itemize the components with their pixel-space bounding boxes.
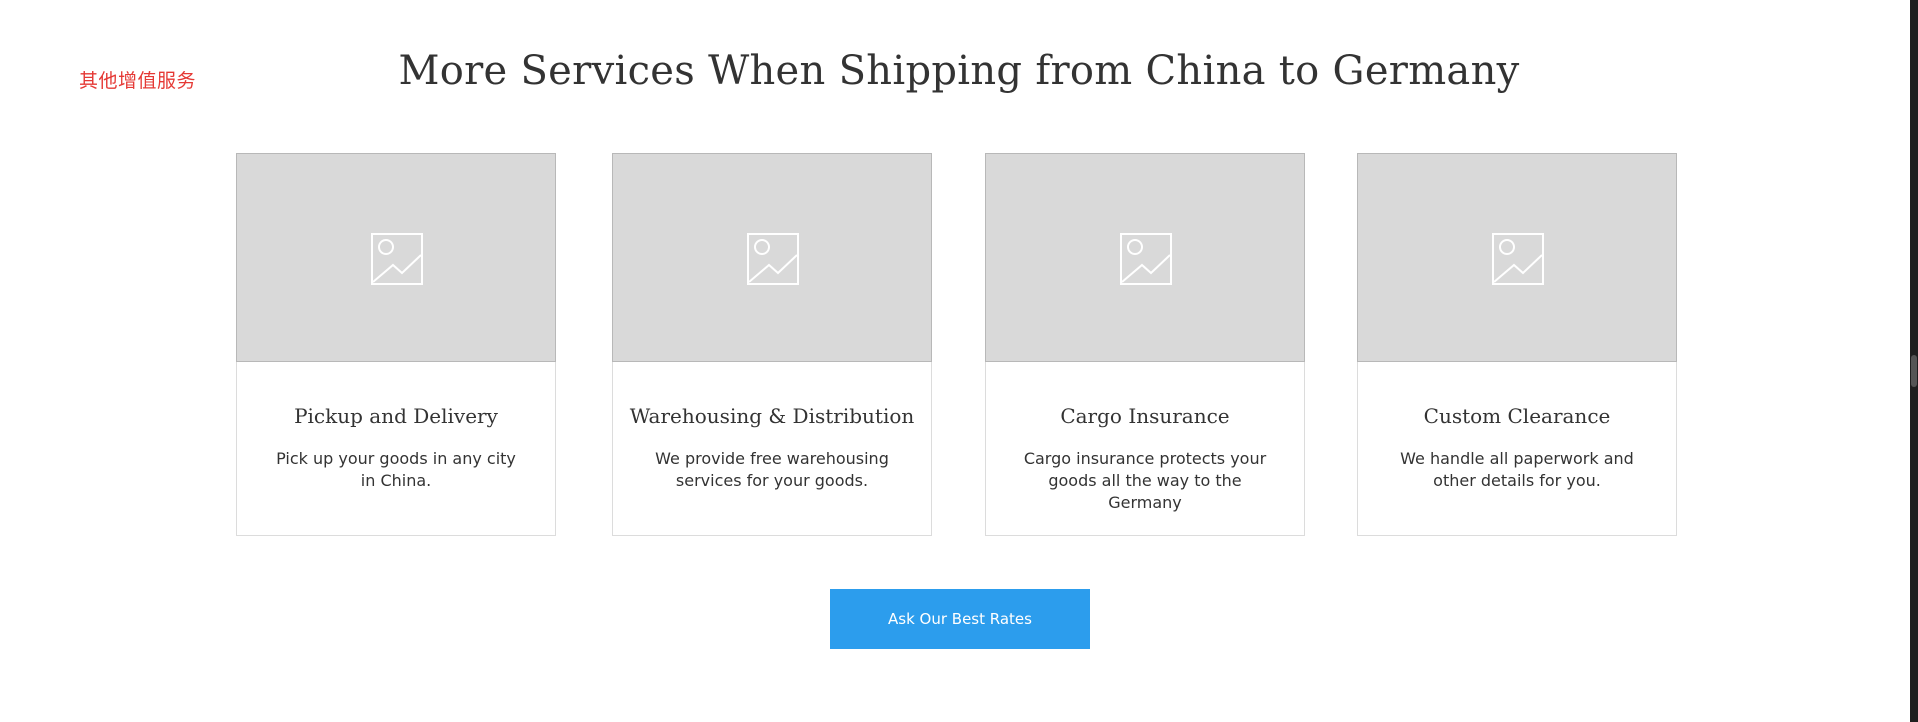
- image-placeholder-icon: [747, 233, 799, 285]
- image-placeholder-icon: [1492, 233, 1544, 285]
- card-title: Custom Clearance: [1423, 404, 1611, 428]
- card-image-placeholder: [985, 153, 1305, 362]
- card-description: Cargo insurance protects your goods all …: [1023, 449, 1267, 512]
- section-title: More Services When Shipping from China t…: [398, 48, 1520, 94]
- card-title: Cargo Insurance: [1060, 404, 1230, 428]
- card-title: Pickup and Delivery: [294, 404, 498, 428]
- card-description: We handle all paperwork and other detail…: [1400, 449, 1634, 490]
- ask-best-rates-button[interactable]: Ask Our Best Rates: [830, 589, 1090, 649]
- card-description: We provide free warehousing services for…: [655, 449, 889, 490]
- card-image-placeholder: [1357, 153, 1677, 362]
- card-image-placeholder: [612, 153, 932, 362]
- page: 其他增值服务 More Services When Shipping from …: [0, 0, 1910, 722]
- service-card-insurance: Cargo Insurance Cargo insurance protects…: [985, 153, 1305, 536]
- scrollbar[interactable]: [1910, 0, 1918, 722]
- scrollbar-thumb[interactable]: [1911, 355, 1917, 387]
- card-description: Pick up your goods in any city in China.: [276, 449, 516, 490]
- service-card-pickup: Pickup and Delivery Pick up your goods i…: [236, 153, 556, 536]
- image-placeholder-icon: [371, 233, 423, 285]
- service-card-warehousing: Warehousing & Distribution We provide fr…: [612, 153, 932, 536]
- service-card-customs: Custom Clearance We handle all paperwork…: [1357, 153, 1677, 536]
- image-placeholder-icon: [1120, 233, 1172, 285]
- card-title: Warehousing & Distribution: [629, 404, 915, 428]
- card-image-placeholder: [236, 153, 556, 362]
